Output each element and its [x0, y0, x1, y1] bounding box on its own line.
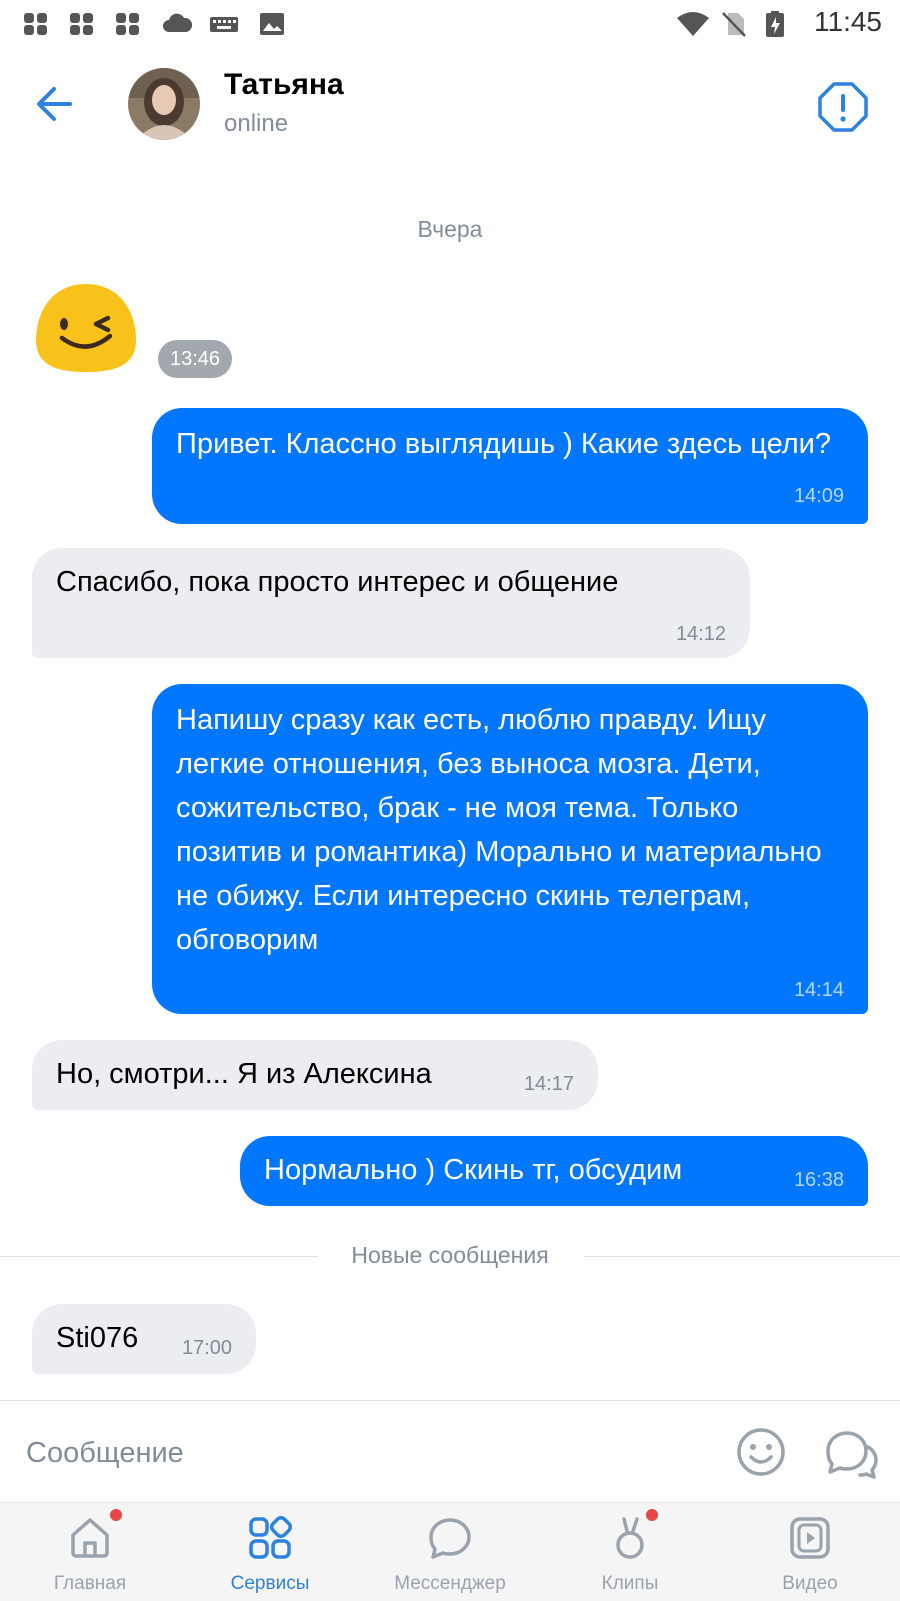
avatar-photo [128, 68, 200, 140]
wink-emoji-sticker[interactable] [34, 282, 138, 374]
video-icon [790, 1517, 830, 1559]
chat-bubbles-icon[interactable] [822, 1425, 878, 1479]
message-text: Нормально ) Скинь тг, обсудим [264, 1154, 683, 1186]
new-messages-divider: Новые сообщения [351, 1242, 549, 1268]
incoming-message[interactable]: Но, смотри... Я из Алексина 14:17 [32, 1040, 598, 1110]
tab-services[interactable]: Сервисы [180, 1503, 360, 1601]
back-arrow-icon[interactable] [30, 78, 82, 130]
tab-label: Видео [782, 1573, 838, 1594]
outgoing-message[interactable]: Напишу сразу как есть, люблю правду. Ищу… [152, 684, 868, 1014]
no-sim-icon [722, 12, 746, 37]
services-icon [249, 1516, 292, 1559]
clips-icon [616, 1517, 644, 1559]
outgoing-message[interactable]: Привет. Классно выглядишь ) Какие здесь … [152, 408, 868, 524]
tab-clips[interactable]: Клипы [540, 1503, 720, 1601]
home-icon [71, 1518, 109, 1558]
status-time: 11:45 [814, 6, 882, 37]
message-text: Напишу сразу как есть, люблю правду. Ищу… [176, 704, 822, 956]
notification-badge [644, 1507, 660, 1523]
tab-video[interactable]: Видео [720, 1503, 900, 1601]
keyboard-icon [210, 17, 238, 32]
message-time: 16:38 [793, 1169, 844, 1191]
message-time: 14:17 [523, 1073, 574, 1095]
image-icon [260, 13, 284, 35]
message-time: 14:14 [793, 979, 844, 1001]
message-text: Привет. Классно выглядишь ) Какие здесь … [176, 428, 831, 460]
message-input[interactable] [24, 1427, 708, 1479]
contact-name[interactable]: Татьяна [224, 68, 344, 102]
status-bar: 11:45 [0, 0, 900, 48]
tab-label: Мессенджер [394, 1573, 506, 1594]
tab-label: Сервисы [230, 1573, 310, 1594]
outgoing-message[interactable]: Нормально ) Скинь тг, обсудим 16:38 [240, 1136, 868, 1206]
tab-home[interactable]: Главная [0, 1503, 180, 1601]
message-time: 17:00 [181, 1337, 232, 1359]
notification-badge [108, 1507, 124, 1523]
message-time: 14:09 [793, 485, 844, 507]
incoming-message[interactable]: Спасибо, пока просто интерес и общение 1… [32, 548, 750, 658]
cloud-icon [163, 13, 193, 32]
app-grid-icon [116, 13, 139, 35]
report-icon[interactable] [816, 80, 870, 134]
sticker-time: 13:46 [158, 340, 233, 378]
incoming-message[interactable]: Sti076 17:00 [32, 1304, 256, 1374]
wifi-icon [677, 12, 709, 36]
message-text: Но, смотри... Я из Алексина [56, 1058, 432, 1090]
date-separator: Вчера [417, 216, 483, 242]
tab-label: Главная [53, 1573, 127, 1594]
messenger-icon [429, 1518, 471, 1559]
contact-status: online [224, 110, 289, 137]
message-text: Спасибо, пока просто интерес и общение [56, 566, 619, 598]
message-composer [0, 1400, 900, 1503]
app-grid-icon [24, 13, 47, 35]
battery-charging-icon [766, 11, 784, 37]
bottom-tab-bar: Главная Сервисы Мессенджер Клипы Видео [0, 1502, 900, 1601]
tab-messenger[interactable]: Мессенджер [360, 1503, 540, 1601]
app-grid-icon [70, 13, 93, 35]
message-time: 14:12 [675, 623, 726, 645]
avatar[interactable] [128, 68, 200, 140]
tab-label: Клипы [601, 1573, 659, 1594]
emoji-icon[interactable] [734, 1425, 788, 1479]
